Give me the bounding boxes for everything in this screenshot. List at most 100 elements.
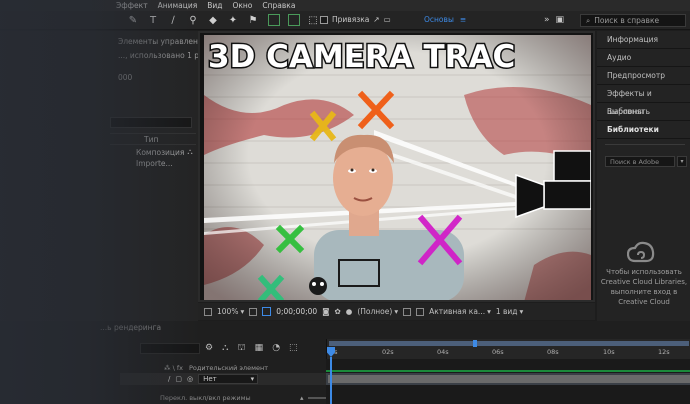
composition-viewer[interactable]: 3D CAMERA TRAC	[198, 31, 595, 302]
snapshot-icon[interactable]: ◙	[322, 307, 329, 316]
workspace-menu-icon[interactable]: ≡	[460, 15, 466, 24]
toolbar: ✎ T ∕ ⚲ ◆ ✦ ⚑ ⬚ Привязка ↗ ▭ Основы ≡ » …	[0, 11, 690, 30]
adobe-search-input[interactable]: Поиск в Adobe	[605, 156, 675, 167]
zoom-out-icon[interactable]: ▴	[300, 394, 304, 402]
frame-title-text: 3D CAMERA TRAC	[206, 38, 516, 77]
color-channel-icon[interactable]: ●	[346, 307, 353, 316]
motion-blur-icon[interactable]: ◔	[272, 343, 280, 354]
type-column-label: Тип	[144, 135, 159, 144]
menu-item-animation[interactable]: Анимация	[158, 0, 198, 11]
viewer-controls: 100% ▾ 0;00;00;00 ◙ ✿ ● (Полное) ▾ Актив…	[198, 303, 595, 320]
puppet-pin-icon[interactable]: ⚑	[246, 13, 260, 27]
help-search-input[interactable]: Поиск в справке	[594, 16, 659, 25]
usage-text: ..., использовано 1 раз	[118, 51, 208, 60]
menu-item-view[interactable]: Вид	[207, 0, 222, 11]
layer-duration-bar[interactable]	[328, 375, 690, 383]
snap-arrows-icon: ↗	[373, 15, 380, 24]
timecode-display[interactable]: 0;00;00;00	[276, 307, 317, 316]
ruler-label: 06s	[492, 348, 504, 356]
panel-align[interactable]: Выровнять	[597, 103, 690, 121]
project-item[interactable]: Importe...	[136, 159, 173, 168]
toggle-modes-label[interactable]: Перекл. выкл/вкл режимы	[160, 394, 251, 402]
clone-stamp-icon[interactable]: ⚲	[186, 13, 200, 27]
project-item[interactable]: Композиция ⛬	[136, 147, 193, 157]
layer-track	[326, 373, 690, 385]
render-queue-tab[interactable]: ...ь рендеринга	[100, 323, 161, 332]
panel-divider	[605, 144, 685, 145]
menu-item-window[interactable]: Окно	[232, 0, 252, 11]
project-column-header[interactable]: Тип	[110, 133, 196, 145]
fx-switches-icon: ⁂ \ fx	[164, 363, 183, 372]
region-of-interest-icon[interactable]	[403, 307, 412, 316]
video-frame: 3D CAMERA TRAC	[204, 35, 591, 300]
help-search[interactable]: ⌕ Поиск в справке	[580, 14, 686, 27]
panel-preview[interactable]: Предпросмотр	[597, 67, 690, 85]
mask-visibility-icon[interactable]	[262, 307, 272, 316]
parent-column-label: Родительский элемент	[188, 363, 269, 372]
always-preview-icon[interactable]	[204, 307, 212, 316]
chevron-down-icon: ▾	[250, 375, 255, 383]
work-area-bar[interactable]	[329, 341, 689, 346]
camera-dropdown[interactable]: Активная ка... ▾	[429, 307, 491, 316]
snap-toggle[interactable]: Привязка ↗ ▭	[320, 15, 391, 24]
chevron-down-icon[interactable]: ▾	[677, 156, 687, 167]
chevron-down-icon: ▾	[240, 307, 245, 316]
parent-value: Нет	[203, 375, 217, 383]
layer-switch-icon[interactable]: /	[168, 375, 170, 383]
panel-audio[interactable]: Аудио	[597, 49, 690, 67]
frame-info: 000	[118, 73, 133, 82]
toolbar-expand-icon[interactable]: »	[544, 15, 550, 25]
ruler-label: 10s	[603, 348, 615, 356]
snap-label: Привязка	[332, 15, 370, 24]
show-snapshot-icon[interactable]: ✿	[334, 307, 340, 316]
ruler-label: 08s	[547, 348, 559, 356]
pen-tool-icon[interactable]: ✎	[126, 13, 140, 27]
shy-layers-icon[interactable]: ⛫	[237, 343, 245, 354]
menu-item-effect[interactable]: Эффект	[116, 0, 148, 11]
work-area-marker[interactable]	[473, 340, 477, 347]
search-icon: ⌕	[586, 15, 591, 25]
ruler-label: 12s	[658, 348, 670, 356]
tool-option-box-icon[interactable]	[268, 14, 280, 26]
panel-effects-presets[interactable]: Эффекты и шаблоны	[597, 85, 690, 116]
tool-option-grid-icon[interactable]	[288, 14, 300, 26]
toolbar-panel-icon[interactable]: ▣	[556, 15, 565, 25]
pick-whip-icon[interactable]: ◎	[187, 375, 193, 383]
zoom-dropdown[interactable]: 100% ▾	[217, 307, 244, 316]
menu-item-help[interactable]: Справка	[262, 0, 295, 11]
tool-option-extra-icon[interactable]: ⬚	[306, 13, 320, 27]
playhead-line	[330, 357, 332, 404]
creative-cloud-icon	[627, 241, 655, 263]
panel-libraries[interactable]: Библиотеки	[597, 121, 690, 139]
layer-row[interactable]: / ▢ ◎ Нет ▾	[120, 373, 326, 385]
comp-flowchart-icon[interactable]: ⚙	[205, 343, 213, 354]
frame-artwork	[204, 35, 591, 300]
layer-switch-icon[interactable]: ▢	[175, 375, 182, 383]
time-ruler[interactable]: 0s 02s 04s 06s 08s 10s 12s	[326, 339, 690, 359]
project-item-label: Importe...	[136, 159, 173, 168]
cc-signin-message: Чтобы использовать Creative Cloud Librar…	[600, 268, 688, 306]
resolution-dropdown[interactable]: (Полное) ▾	[357, 307, 398, 316]
draft-3d-icon[interactable]: ⛬	[222, 343, 228, 354]
camera-value: Активная ка...	[429, 307, 486, 316]
eraser-tool-icon[interactable]: ◆	[206, 13, 220, 27]
snap-checkbox[interactable]	[320, 15, 328, 24]
frame-blending-icon[interactable]: ▦	[255, 343, 264, 354]
grid-icon[interactable]	[249, 307, 258, 316]
panel-info[interactable]: Информация	[597, 31, 690, 49]
brush-tool-icon[interactable]: ∕	[166, 13, 180, 27]
workspace-selector[interactable]: Основы ≡	[424, 15, 466, 24]
chevron-down-icon: ▾	[394, 307, 399, 316]
timeline-panel: ...ь рендеринга ⚙ ⛬ ⛫ ▦ ◔ ⬚ ⁂ \ fx Родит…	[0, 321, 690, 404]
transparency-grid-icon[interactable]	[416, 307, 425, 316]
view-layout-dropdown[interactable]: 1 вид ▾	[496, 307, 523, 316]
roto-brush-icon[interactable]: ✦	[226, 13, 240, 27]
project-item-label: Композиция	[136, 147, 185, 157]
graph-editor-icon[interactable]: ⬚	[289, 343, 298, 354]
text-tool-icon[interactable]: T	[146, 13, 160, 27]
project-search-input[interactable]	[110, 117, 192, 128]
chevron-down-icon: ▾	[487, 307, 491, 316]
snap-options-icon: ▭	[383, 15, 391, 24]
parent-dropdown[interactable]: Нет ▾	[198, 374, 259, 384]
timeline-search-input[interactable]	[140, 343, 200, 354]
